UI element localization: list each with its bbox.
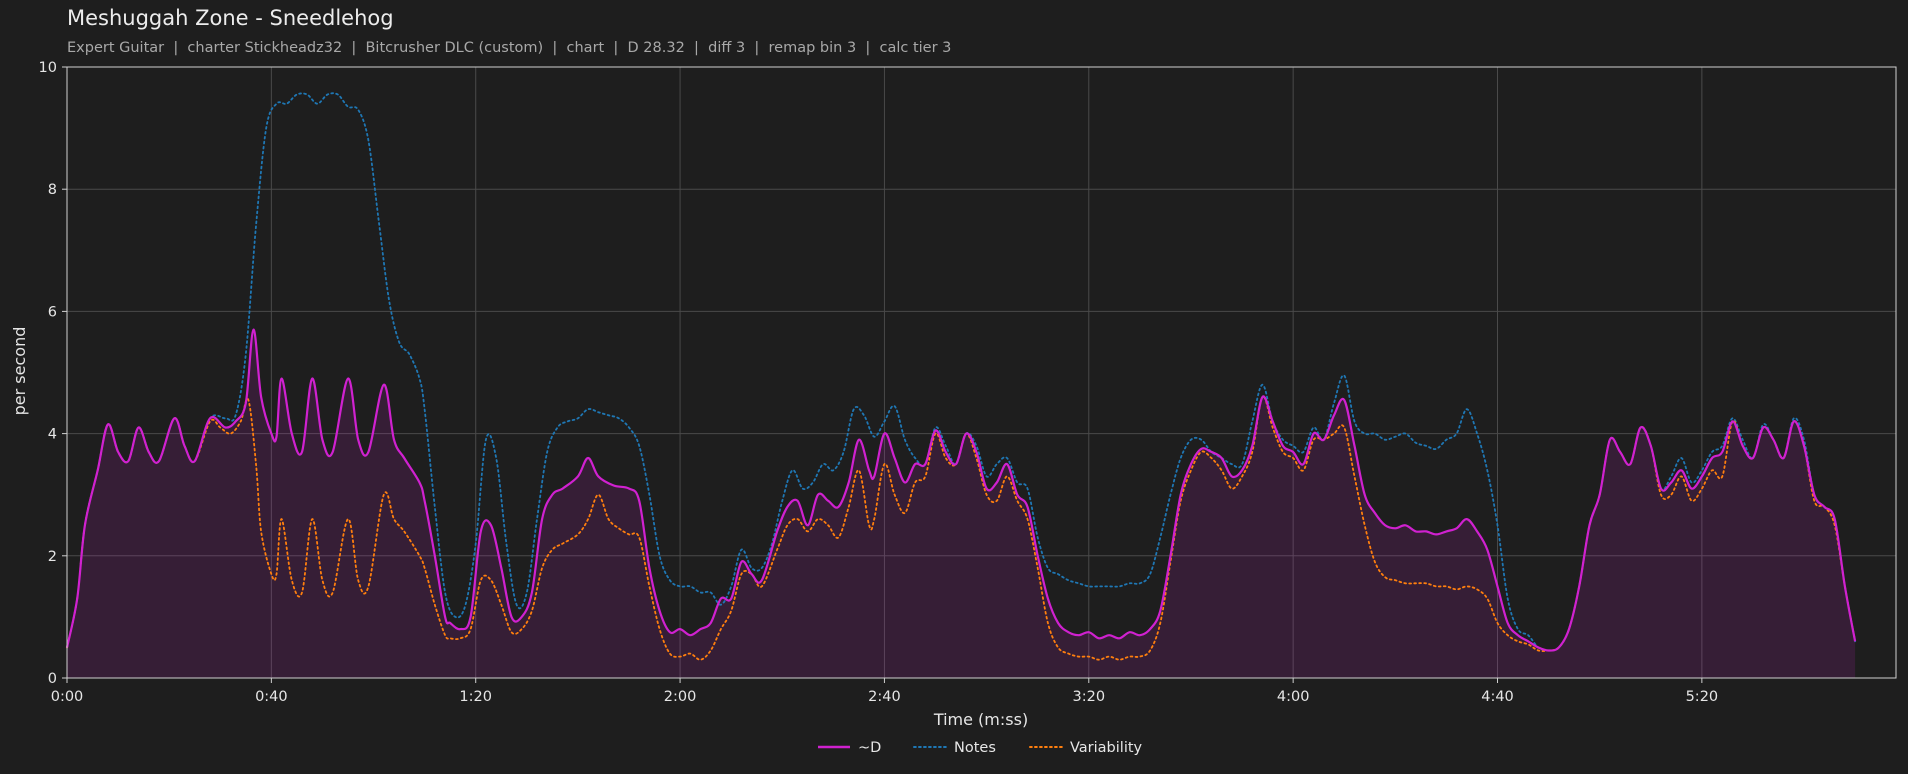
x-tick-label: 0:00 — [51, 689, 84, 705]
series-area-d — [67, 329, 1856, 678]
y-tick-label: 4 — [48, 427, 57, 443]
legend-label: Notes — [954, 740, 996, 756]
x-tick-label: 3:20 — [1073, 689, 1106, 705]
x-tick-label: 0:40 — [255, 689, 288, 705]
x-tick-label: 2:00 — [664, 689, 697, 705]
x-axis-label: Time (m:ss) — [933, 710, 1028, 729]
x-tick-label: 1:20 — [459, 689, 492, 705]
x-tick-label: 5:20 — [1686, 689, 1719, 705]
y-tick-label: 8 — [48, 182, 57, 198]
x-tick-label: 2:40 — [868, 689, 901, 705]
x-tick-label: 4:40 — [1481, 689, 1514, 705]
y-tick-label: 0 — [48, 671, 57, 687]
x-tick-label: 4:00 — [1277, 689, 1310, 705]
line-chart: 0:00 0:40 1:20 2:00 2:40 3:20 4:00 4:40 5:20 0 2 4 6… — [10, 60, 1897, 756]
y-axis-label: per second — [10, 327, 29, 416]
y-tick-label: 6 — [48, 304, 57, 320]
legend-label: ~D — [858, 740, 881, 756]
y-tick-label: 10 — [39, 60, 57, 76]
area-fill — [67, 329, 1856, 678]
legend-label: Variability — [1070, 740, 1143, 756]
y-tick-label: 2 — [48, 549, 57, 565]
legend: ~D Notes Variability — [818, 740, 1143, 756]
